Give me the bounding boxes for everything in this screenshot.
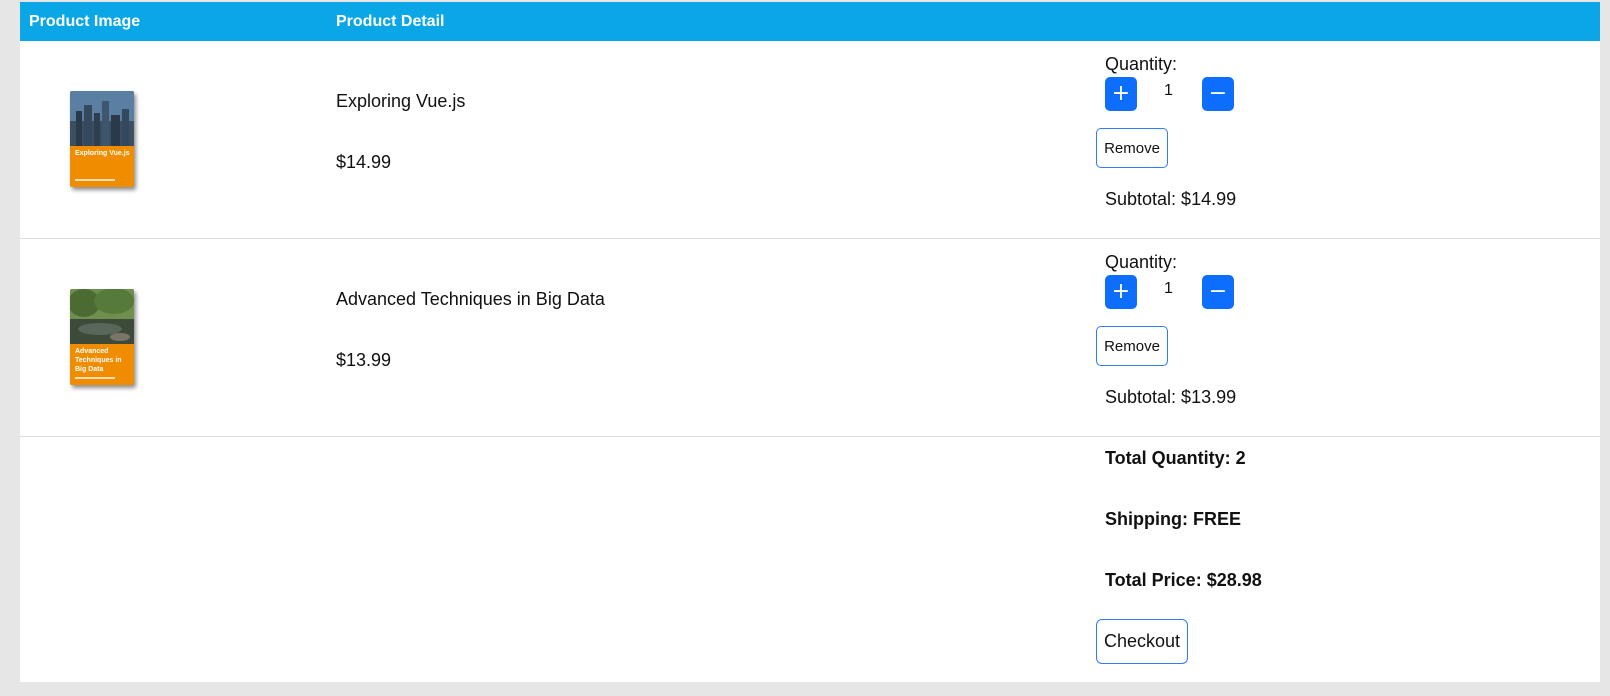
product-name: Exploring Vue.js: [336, 91, 466, 111]
decrement-quantity-button[interactable]: −: [1202, 77, 1234, 111]
book-cover-title: Exploring Vue.js: [75, 150, 130, 157]
item-subtotal: Subtotal: $13.99: [1105, 387, 1237, 407]
remove-button[interactable]: Remove: [1096, 128, 1168, 168]
book-cover-author-line: [75, 377, 115, 379]
product-price: $14.99: [336, 152, 392, 172]
checkout-button[interactable]: Checkout: [1096, 619, 1188, 664]
header-product-image: Product Image: [29, 13, 141, 30]
product-image: Advanced Techniques in Big Data: [70, 289, 134, 385]
product-price: $13.99: [336, 350, 392, 370]
increment-quantity-button[interactable]: +: [1105, 275, 1137, 309]
total-quantity: Total Quantity: 2: [1105, 448, 1246, 468]
shipping-info: Shipping: FREE: [1105, 509, 1241, 529]
quantity-value: 1: [1164, 280, 1173, 297]
decrement-quantity-button[interactable]: −: [1202, 275, 1234, 309]
header-product-detail: Product Detail: [336, 13, 445, 30]
book-cover-author-line: [75, 179, 115, 181]
product-name: Advanced Techniques in Big Data: [336, 289, 605, 309]
cart-item-row: Exploring Vue.js Exploring Vue.js $14.99…: [20, 41, 1600, 239]
quantity-value: 1: [1164, 82, 1173, 99]
table-header: Product Image Product Detail: [20, 2, 1600, 41]
cart-item-row: Advanced Techniques in Big Data Advanced…: [20, 239, 1600, 437]
product-image: Exploring Vue.js: [70, 91, 134, 187]
item-subtotal: Subtotal: $14.99: [1105, 189, 1237, 209]
quantity-label: Quantity:: [1105, 54, 1178, 74]
quantity-label: Quantity:: [1105, 252, 1178, 272]
cart-table: Product Image Product Detail Exploring V…: [20, 2, 1600, 682]
book-cover-title: Advanced Techniques in Big Data: [75, 348, 122, 373]
increment-quantity-button[interactable]: +: [1105, 77, 1137, 111]
total-price: Total Price: $28.98: [1105, 570, 1262, 590]
remove-button[interactable]: Remove: [1096, 326, 1168, 366]
